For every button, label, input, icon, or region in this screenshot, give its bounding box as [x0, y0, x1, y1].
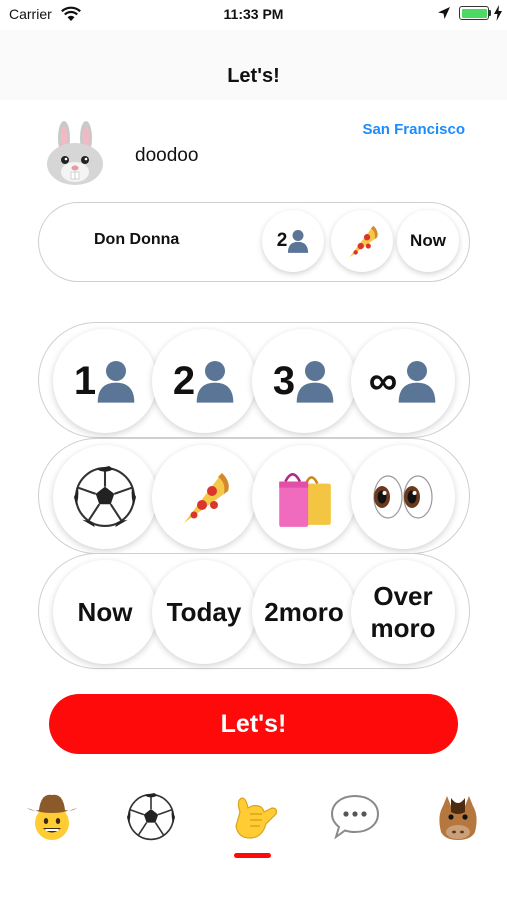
- horse-face-icon: [439, 796, 477, 840]
- activity-option-pizza[interactable]: [152, 445, 256, 549]
- speech-bubble-icon: [330, 794, 380, 840]
- cowboy-face-icon: [27, 794, 77, 840]
- people-option-number: 1: [73, 358, 97, 403]
- status-bar: Carrier 11:33 PM: [0, 0, 507, 30]
- time-option-now[interactable]: Now: [53, 560, 157, 664]
- eyes-icon: [373, 475, 433, 519]
- people-option-number: ∞: [368, 358, 398, 403]
- clock: 11:33 PM: [223, 6, 284, 22]
- person-silhouette-icon: [288, 230, 309, 253]
- time-option-today[interactable]: Today: [152, 560, 256, 664]
- time-option-label: Now: [77, 596, 133, 627]
- battery-tip: [489, 10, 491, 16]
- location-link[interactable]: San Francisco: [362, 121, 465, 138]
- person-silhouette-icon: [296, 361, 334, 403]
- shopping-bags-icon: [279, 473, 331, 527]
- time-option-over-tomorrow[interactable]: Over moro: [351, 560, 455, 664]
- soccer-ball-icon: [127, 793, 175, 841]
- selected-tab-indicator: [234, 853, 271, 858]
- tab-lets[interactable]: [225, 789, 281, 845]
- time-option-tomorrow[interactable]: 2moro: [252, 560, 356, 664]
- time-option-label-line2: moro: [370, 613, 436, 643]
- activity-option-soccer[interactable]: [53, 445, 157, 549]
- summary-activity[interactable]: [331, 210, 393, 272]
- summary-people-count: 2: [276, 230, 288, 251]
- people-option-1[interactable]: 1: [53, 329, 157, 433]
- activity-options-row: [38, 438, 470, 554]
- summary-time[interactable]: Now: [397, 210, 459, 272]
- summary-names: Don Donna: [94, 231, 180, 248]
- person-silhouette-icon: [398, 361, 436, 403]
- people-option-number: 3: [272, 358, 296, 403]
- summary-people[interactable]: 2: [262, 210, 324, 272]
- tab-cowboy[interactable]: [24, 789, 80, 845]
- tab-sports[interactable]: [123, 789, 179, 845]
- pizza-icon: [349, 225, 378, 258]
- lets-button[interactable]: Let's!: [49, 694, 458, 754]
- time-option-label: 2moro: [264, 596, 344, 627]
- app-screen: Carrier 11:33 PM Let's! doodoo San Franc…: [0, 0, 507, 900]
- pizza-icon: [184, 473, 229, 523]
- people-options-row: 1 2 3 ∞: [38, 322, 470, 438]
- person-silhouette-icon: [196, 361, 234, 403]
- soccer-ball-icon: [74, 466, 136, 527]
- activity-option-shopping[interactable]: [252, 445, 356, 549]
- battery-icon: [459, 6, 489, 20]
- people-option-2[interactable]: 2: [152, 329, 256, 433]
- navigation-bar: Let's!: [0, 30, 507, 100]
- people-option-number: 2: [172, 358, 196, 403]
- bunny-face-icon: [47, 121, 103, 185]
- time-option-label-line1: Over: [373, 580, 433, 611]
- people-option-3[interactable]: 3: [252, 329, 356, 433]
- call-me-hand-icon: [235, 797, 278, 839]
- username-label: doodoo: [135, 145, 199, 166]
- time-options-row: Now Today 2moro Over moro: [38, 553, 470, 669]
- plan-summary: Don Donna 2 Now: [38, 202, 470, 282]
- people-option-unlimited[interactable]: ∞: [351, 329, 455, 433]
- charging-bolt-icon: [494, 5, 502, 21]
- time-option-label: Today: [166, 596, 242, 627]
- person-silhouette-icon: [97, 361, 135, 403]
- tab-profile[interactable]: [430, 789, 486, 845]
- activity-option-watch[interactable]: [351, 445, 455, 549]
- tab-chat[interactable]: [327, 789, 383, 845]
- location-arrow-icon: [438, 7, 450, 19]
- page-title: Let's!: [227, 65, 280, 87]
- avatar[interactable]: [44, 120, 106, 186]
